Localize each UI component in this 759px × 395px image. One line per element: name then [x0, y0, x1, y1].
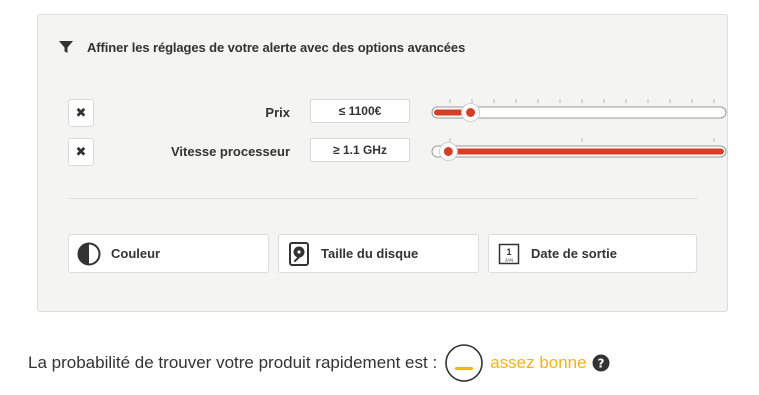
- remove-price-filter-button[interactable]: ✖: [68, 99, 94, 127]
- slider-fill: [448, 148, 724, 155]
- option-label-color: Couleur: [111, 246, 161, 261]
- close-icon: ✖: [75, 105, 87, 120]
- remove-cpu-speed-filter-button[interactable]: ✖: [68, 138, 94, 166]
- probability-text: La probabilité de trouver votre produit …: [28, 353, 438, 372]
- calendar-icon-day: 1: [506, 247, 511, 257]
- cpu-speed-value-field[interactable]: ≥ 1.1 GHz: [310, 138, 410, 162]
- slider-handle-dot: [443, 147, 453, 156]
- filter-row-cpu-speed: ✖ Vitesse processeur ≥ 1.1 GHz: [68, 138, 727, 166]
- probability-line: La probabilité de trouver votre produit …: [28, 343, 610, 383]
- option-label-disk-size: Taille du disque: [321, 246, 419, 261]
- cpu-speed-slider[interactable]: [430, 138, 728, 166]
- hard-disk-icon: [287, 241, 311, 266]
- contrast-icon: [77, 242, 101, 266]
- price-slider[interactable]: [430, 99, 728, 127]
- filter-icon: [58, 39, 74, 55]
- add-disk-size-option-button[interactable]: Taille du disque: [278, 234, 479, 273]
- slider-handle-dot: [466, 108, 476, 117]
- calendar-icon: 1 JAN: [497, 242, 521, 266]
- divider: [68, 198, 698, 199]
- add-color-option-button[interactable]: Couleur: [68, 234, 269, 273]
- probability-level: assez bonne: [490, 353, 587, 372]
- panel-title: Affiner les réglages de votre alerte ave…: [87, 39, 466, 55]
- filter-label-price: Prix: [265, 105, 290, 120]
- question-icon[interactable]: ?: [592, 354, 610, 372]
- price-value-field[interactable]: ≤ 1100€: [310, 99, 410, 123]
- add-release-date-option-button[interactable]: 1 JAN Date de sortie: [488, 234, 697, 273]
- svg-text:?: ?: [597, 356, 604, 370]
- close-icon: ✖: [75, 144, 87, 159]
- filter-row-price: ✖ Prix ≤ 1100€: [68, 99, 727, 127]
- calendar-icon-month: JAN: [505, 257, 514, 262]
- gauge-icon: [444, 343, 484, 383]
- option-label-release-date: Date de sortie: [531, 246, 617, 261]
- panel-header: Affiner les réglages de votre alerte ave…: [58, 39, 465, 55]
- gauge-level-bar: [455, 367, 474, 370]
- advanced-options-panel: Affiner les réglages de votre alerte ave…: [37, 14, 728, 312]
- filter-label-cpu-speed: Vitesse processeur: [171, 144, 290, 159]
